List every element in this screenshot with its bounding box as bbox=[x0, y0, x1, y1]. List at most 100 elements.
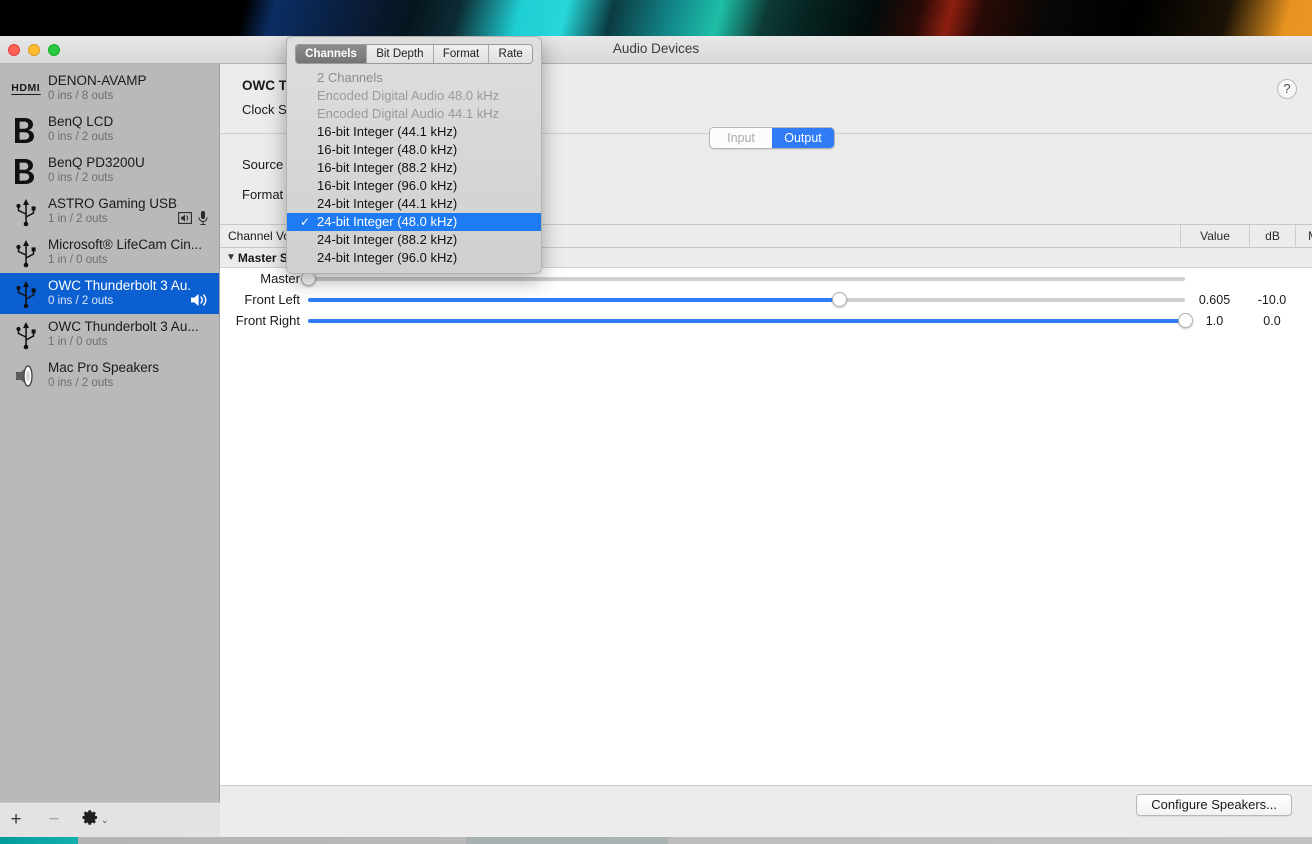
channel-volume-label: Channel Vo bbox=[228, 229, 291, 243]
device-icon: HDMI bbox=[6, 71, 46, 107]
device-name: ASTRO Gaming USB Mi... bbox=[48, 196, 178, 211]
device-badges bbox=[209, 124, 213, 136]
popup-menu-item[interactable]: ✓ 24-bit Integer (48.0 kHz) bbox=[287, 213, 541, 231]
popup-menu-item[interactable]: 16-bit Integer (48.0 kHz) bbox=[287, 141, 541, 159]
device-list-item[interactable]: BenQ PD3200U 0 ins / 2 outs bbox=[0, 150, 219, 191]
popup-segment-channels[interactable]: Channels bbox=[296, 45, 368, 63]
displayport-icon bbox=[15, 117, 34, 143]
channel-label: Front Right bbox=[235, 313, 300, 328]
volume-slider[interactable] bbox=[301, 270, 1185, 286]
popup-menu-item[interactable]: 24-bit Integer (88.2 kHz) bbox=[287, 231, 541, 249]
popup-menu-item-label: Encoded Digital Audio 48.0 kHz bbox=[317, 88, 500, 103]
input-output-toggle[interactable]: Input Output bbox=[709, 127, 835, 149]
checkmark-icon: ✓ bbox=[300, 215, 311, 229]
channel-value: 0.605 bbox=[1198, 292, 1231, 307]
window-body: HDMI DENON-AVAMP 0 ins / 8 outs BenQ LCD 0 i… bbox=[0, 64, 1312, 837]
gear-icon bbox=[82, 809, 99, 831]
device-text: OWC Thunderbolt 3 Au... 1 in / 0 outs bbox=[46, 319, 209, 350]
add-device-button[interactable]: + bbox=[6, 810, 26, 829]
column-header-value: Value bbox=[1180, 225, 1249, 248]
usb-icon bbox=[16, 198, 36, 226]
device-name: DENON-AVAMP bbox=[48, 73, 147, 88]
device-list-item[interactable]: Mac Pro Speakers 0 ins / 2 outs bbox=[0, 355, 219, 396]
displayport-icon bbox=[15, 158, 34, 184]
popup-menu-item-label: 24-bit Integer (44.1 kHz) bbox=[317, 196, 458, 211]
device-name: OWC Thunderbolt 3 Au... bbox=[48, 319, 199, 334]
popup-segmented-control[interactable]: Channels Bit Depth Format Rate bbox=[295, 44, 533, 64]
source-label: Source bbox=[242, 157, 284, 172]
device-list-item[interactable]: HDMI DENON-AVAMP 0 ins / 8 outs bbox=[0, 68, 219, 109]
popup-menu-item: Encoded Digital Audio 44.1 kHz bbox=[287, 105, 541, 123]
popup-segment-rate[interactable]: Rate bbox=[489, 45, 532, 63]
device-list-item[interactable]: BenQ LCD 0 ins / 2 outs bbox=[0, 109, 219, 150]
channel-mute-cell bbox=[1295, 272, 1312, 285]
help-button[interactable]: ? bbox=[1277, 79, 1297, 99]
device-io-counts: 0 ins / 2 outs bbox=[48, 131, 114, 143]
tab-output[interactable]: Output bbox=[772, 128, 834, 148]
format-label: Format bbox=[242, 187, 284, 202]
channel-slider-row[interactable]: Front Left 0.605 -10.0 bbox=[220, 289, 1312, 310]
popup-menu-item-label: 16-bit Integer (44.1 kHz) bbox=[317, 124, 458, 139]
device-icon bbox=[6, 112, 46, 148]
usb-icon bbox=[16, 239, 36, 267]
popup-menu-item-label: 16-bit Integer (96.0 kHz) bbox=[317, 178, 458, 193]
device-text: DENON-AVAMP 0 ins / 8 outs bbox=[46, 73, 209, 104]
device-icon bbox=[6, 276, 46, 312]
device-icon bbox=[6, 153, 46, 189]
channel-db: -10.0 bbox=[1257, 292, 1287, 307]
popup-segment-format[interactable]: Format bbox=[433, 45, 490, 63]
device-icon bbox=[6, 235, 46, 271]
device-badges bbox=[209, 247, 213, 259]
device-io-counts: 1 in / 0 outs bbox=[48, 336, 108, 348]
usb-icon bbox=[16, 280, 36, 308]
popup-menu-item-label: 16-bit Integer (48.0 kHz) bbox=[317, 142, 458, 157]
popup-menu-item[interactable]: 16-bit Integer (44.1 kHz) bbox=[287, 123, 541, 141]
device-text: OWC Thunderbolt 3 Au... 0 ins / 2 outs bbox=[46, 278, 190, 309]
popup-menu-item[interactable]: 16-bit Integer (96.0 kHz) bbox=[287, 177, 541, 195]
sidebar-footer: + − ⌄ bbox=[0, 802, 220, 837]
device-text: BenQ PD3200U 0 ins / 2 outs bbox=[46, 155, 209, 186]
channel-mute-cell bbox=[1295, 314, 1312, 327]
device-icon bbox=[6, 194, 46, 230]
usb-icon bbox=[16, 321, 36, 349]
device-list: HDMI DENON-AVAMP 0 ins / 8 outs BenQ LCD 0 i… bbox=[0, 64, 219, 396]
device-badges bbox=[209, 83, 213, 95]
device-list-item[interactable]: OWC Thunderbolt 3 Au... 1 in / 0 outs bbox=[0, 314, 219, 355]
device-list-item[interactable]: Microsoft® LifeCam Cin... 1 in / 0 outs bbox=[0, 232, 219, 273]
volume-slider[interactable] bbox=[308, 291, 1185, 307]
popup-menu-item-label: 24-bit Integer (88.2 kHz) bbox=[317, 232, 458, 247]
popup-menu-item[interactable]: 24-bit Integer (44.1 kHz) bbox=[287, 195, 541, 213]
popup-menu-item[interactable]: 16-bit Integer (88.2 kHz) bbox=[287, 159, 541, 177]
device-badges bbox=[190, 280, 213, 308]
remove-device-button[interactable]: − bbox=[44, 810, 64, 829]
channel-slider-row[interactable]: Front Right 1.0 0.0 bbox=[220, 310, 1312, 331]
channel-db: 0.0 bbox=[1263, 313, 1281, 328]
device-io-counts: 0 ins / 2 outs bbox=[48, 377, 114, 389]
device-list-item[interactable]: ASTRO Gaming USB Mi... 1 in / 2 outs bbox=[0, 191, 219, 232]
microphone-icon bbox=[198, 210, 208, 225]
device-actions-menu-button[interactable]: ⌄ bbox=[82, 809, 109, 831]
popup-menu-item[interactable]: 24-bit Integer (96.0 kHz) bbox=[287, 249, 541, 267]
device-name: BenQ PD3200U bbox=[48, 155, 145, 170]
volume-slider-knob[interactable] bbox=[831, 291, 847, 307]
device-name: Microsoft® LifeCam Cin... bbox=[48, 237, 202, 252]
configure-speakers-button[interactable]: Configure Speakers... bbox=[1136, 794, 1292, 816]
popup-segment-bit-depth[interactable]: Bit Depth bbox=[367, 45, 434, 63]
device-list-item[interactable]: OWC Thunderbolt 3 Au... 0 ins / 2 outs bbox=[0, 273, 219, 314]
tab-input[interactable]: Input bbox=[710, 128, 772, 148]
device-text: ASTRO Gaming USB Mi... 1 in / 2 outs bbox=[46, 196, 178, 227]
speaker-icon bbox=[16, 364, 33, 387]
popup-menu-items: 2 Channels Encoded Digital Audio 48.0 kHz… bbox=[287, 69, 541, 267]
popup-menu-item: Encoded Digital Audio 48.0 kHz bbox=[287, 87, 541, 105]
format-popup-menu[interactable]: Channels Bit Depth Format Rate 2 Channels En… bbox=[286, 36, 542, 274]
device-io-counts: 0 ins / 2 outs bbox=[48, 295, 114, 307]
channel-value: 1.0 bbox=[1205, 313, 1224, 328]
column-header-mute: Mute bbox=[1295, 225, 1312, 248]
disclosure-triangle-icon[interactable]: ▼ bbox=[226, 252, 236, 263]
volume-slider[interactable] bbox=[308, 312, 1193, 328]
device-io-counts: 1 in / 0 outs bbox=[48, 254, 108, 266]
sound-input-default-icon bbox=[178, 211, 192, 224]
chevron-down-icon: ⌄ bbox=[101, 814, 109, 825]
device-badges bbox=[178, 198, 213, 226]
popup-menu-item-label: Encoded Digital Audio 44.1 kHz bbox=[317, 106, 500, 121]
